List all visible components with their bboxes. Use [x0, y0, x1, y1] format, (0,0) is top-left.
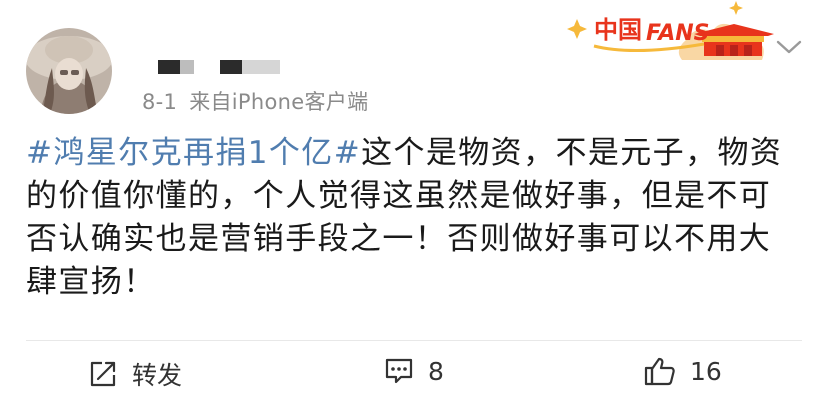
hashtag-link[interactable]: #鸿星尔克再捐1个亿# [26, 135, 361, 171]
avatar[interactable] [26, 28, 112, 114]
repost-label: 转发 [132, 361, 183, 390]
avatar-image [26, 28, 112, 114]
svg-text:FANS: FANS [646, 21, 709, 46]
redaction-block [158, 60, 180, 74]
repost-icon [90, 361, 116, 387]
post-meta: 8-1 来自iPhone客户端 [142, 86, 368, 116]
svg-text:中国: 中国 [594, 16, 642, 44]
like-button[interactable]: 16 [644, 356, 722, 386]
thumbs-up-icon [644, 357, 675, 386]
china-fans-badge-icon[interactable]: 中国 FANS [566, 0, 776, 68]
redaction-block [220, 60, 242, 74]
redaction-block [242, 60, 280, 74]
post-source: 来自iPhone客户端 [189, 90, 369, 114]
repost-button[interactable]: 转发 [88, 356, 182, 392]
comment-icon [385, 358, 413, 384]
divider [26, 340, 802, 341]
post-date: 8-1 [142, 90, 178, 114]
comment-button[interactable]: 8 [384, 356, 444, 386]
action-bar: 转发 8 16 [0, 352, 828, 400]
username-redacted[interactable] [158, 60, 288, 76]
chevron-down-icon[interactable] [774, 36, 804, 58]
post-content: #鸿星尔克再捐1个亿#这个是物资，不是元子，物资的价值你懂的，个人觉得这虽然是做… [26, 132, 796, 304]
redaction-block [180, 60, 194, 74]
comment-count: 8 [428, 356, 444, 386]
weibo-post-card: 8-1 来自iPhone客户端 中国 FANS #鸿星尔克再捐1个亿#这个是物资… [0, 0, 828, 400]
like-count: 16 [690, 356, 722, 386]
